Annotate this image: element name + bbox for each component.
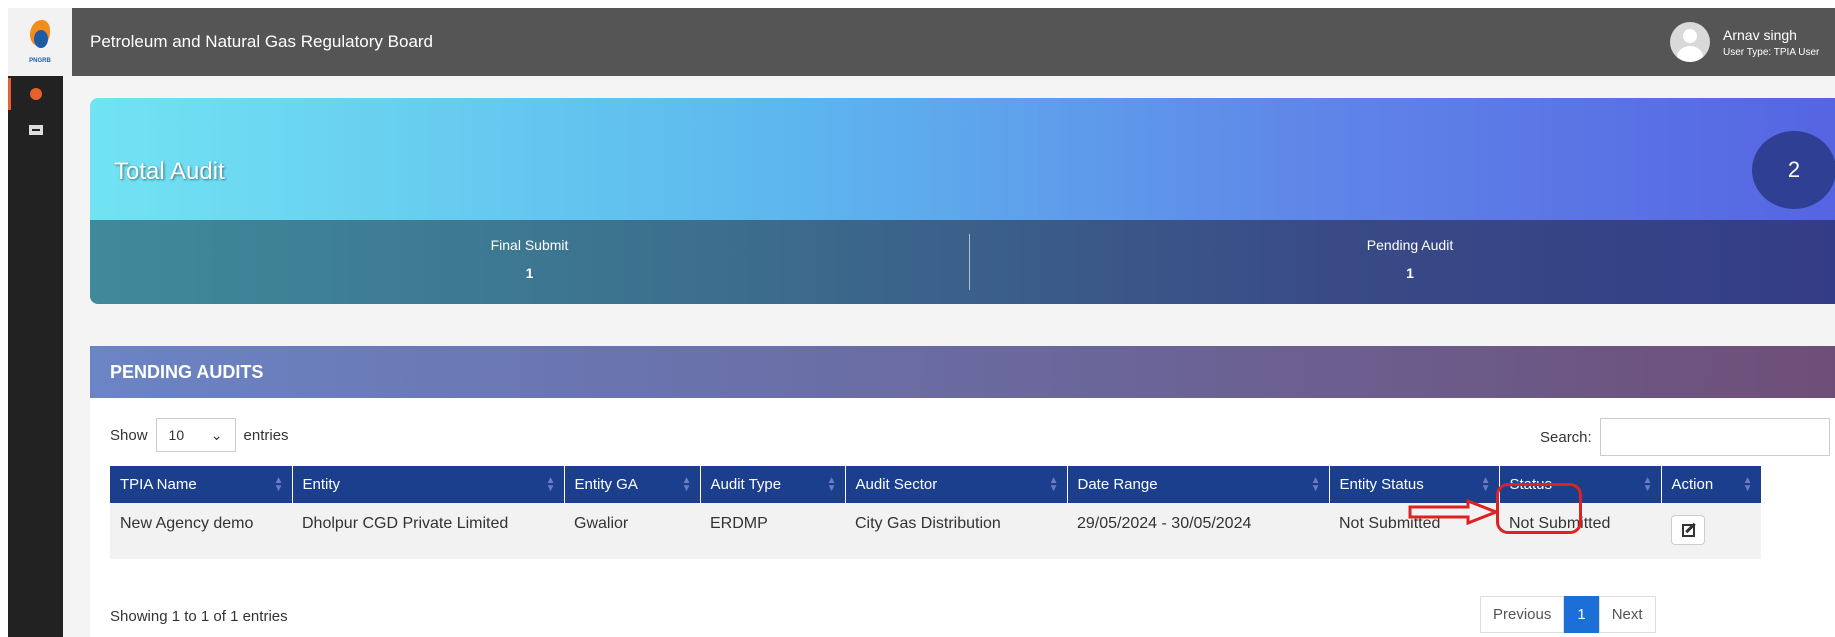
search-control: Search:	[1540, 418, 1830, 456]
sort-icon: ▲ ▼	[273, 475, 284, 494]
cell-action	[1661, 503, 1761, 559]
sort-icon: ▲ ▼	[1310, 475, 1321, 494]
previous-page-button[interactable]: Previous	[1480, 596, 1565, 633]
sort-icon: ▲ ▼	[1742, 475, 1753, 494]
page-size-control: Show 10 ⌄ entries	[110, 418, 289, 452]
app-title: Petroleum and Natural Gas Regulatory Boa…	[90, 32, 434, 51]
sidebar	[8, 76, 63, 637]
edit-button[interactable]	[1671, 515, 1705, 545]
total-audit-count: 2	[1752, 131, 1835, 209]
cell-audit-sector: City Gas Distribution	[845, 503, 1067, 559]
final-submit-stat: Final Submit 1	[90, 234, 970, 290]
logo[interactable]: PNGRB	[8, 8, 72, 76]
search-input[interactable]	[1599, 418, 1830, 456]
pending-audit-value: 1	[1406, 265, 1414, 281]
page-size-value: 10	[168, 427, 185, 443]
column-header-entity-ga[interactable]: Entity GA ▲ ▼	[564, 466, 701, 503]
cell-date-range: 29/05/2024 - 30/05/2024	[1067, 503, 1329, 559]
final-submit-label: Final Submit	[490, 237, 569, 253]
sidebar-item-list[interactable]	[8, 112, 63, 148]
cell-audit-type: ERDMP	[700, 503, 845, 559]
search-label: Search:	[1540, 428, 1592, 446]
next-page-button[interactable]: Next	[1598, 596, 1656, 633]
column-header-audit-sector[interactable]: Audit Sector ▲ ▼	[845, 466, 1068, 503]
sort-icon: ▲ ▼	[826, 475, 837, 494]
user-name: Arnav singh	[1723, 26, 1797, 43]
annotation-highlight-box	[1496, 483, 1582, 534]
show-label: Show	[110, 426, 148, 444]
pagination: Previous 1 Next	[1480, 596, 1656, 633]
app-frame: PNGRB Petroleum and Natural Gas Regulato…	[8, 8, 1835, 637]
column-header-action[interactable]: Action ▲ ▼	[1661, 466, 1762, 503]
sort-icon: ▲ ▼	[545, 475, 556, 494]
column-header-audit-type[interactable]: Audit Type ▲ ▼	[700, 466, 846, 503]
cell-tpia-name: New Agency demo	[110, 503, 292, 559]
annotation-arrow-icon	[1408, 499, 1498, 525]
table-controls: Show 10 ⌄ entries Search:	[90, 398, 1835, 466]
user-info: Arnav singh User Type: TPIA User	[1723, 27, 1835, 58]
user-menu[interactable]: Arnav singh User Type: TPIA User	[1670, 8, 1835, 76]
column-header-tpia-name[interactable]: TPIA Name ▲ ▼	[110, 466, 293, 503]
sort-icon: ▲ ▼	[1642, 475, 1653, 494]
sort-icon: ▲ ▼	[1048, 475, 1059, 494]
panel-title: PENDING AUDITS	[90, 346, 1835, 398]
page-1-button[interactable]: 1	[1564, 596, 1599, 633]
list-icon	[28, 125, 43, 135]
top-bar: PNGRB Petroleum and Natural Gas Regulato…	[8, 8, 1835, 76]
chevron-down-icon: ⌄	[210, 426, 223, 443]
total-audit-title: Total Audit	[114, 158, 225, 185]
column-header-date-range[interactable]: Date Range ▲ ▼	[1067, 466, 1330, 503]
pending-audit-label: Pending Audit	[1366, 237, 1454, 253]
total-audit-card: Total Audit 2 Final Submit 1 Pending Aud…	[90, 98, 1835, 304]
user-type: User Type: TPIA User	[1723, 46, 1820, 58]
audit-breakdown: Final Submit 1 Pending Audit 1	[90, 220, 1835, 304]
column-header-entity[interactable]: Entity ▲ ▼	[292, 466, 565, 503]
column-header-entity-status[interactable]: Entity Status ▲ ▼	[1329, 466, 1500, 503]
sort-icon: ▲ ▼	[1480, 475, 1491, 494]
sort-icon: ▲ ▼	[681, 475, 692, 494]
cell-entity: Dholpur CGD Private Limited	[292, 503, 564, 559]
dashboard-icon	[29, 88, 42, 100]
final-submit-value: 1	[525, 265, 534, 281]
pngrb-logo-icon: PNGRB	[21, 18, 59, 66]
pending-audit-stat: Pending Audit 1	[970, 220, 1835, 304]
cell-entity-ga: Gwalior	[564, 503, 700, 559]
page-size-select[interactable]: 10 ⌄	[155, 418, 236, 452]
edit-icon	[1681, 523, 1695, 537]
avatar[interactable]	[1670, 22, 1710, 62]
entries-label: entries	[243, 426, 289, 444]
logo-text: PNGRB	[29, 58, 51, 64]
sidebar-item-dashboard[interactable]	[8, 76, 63, 112]
table-info: Showing 1 to 1 of 1 entries	[110, 608, 288, 625]
